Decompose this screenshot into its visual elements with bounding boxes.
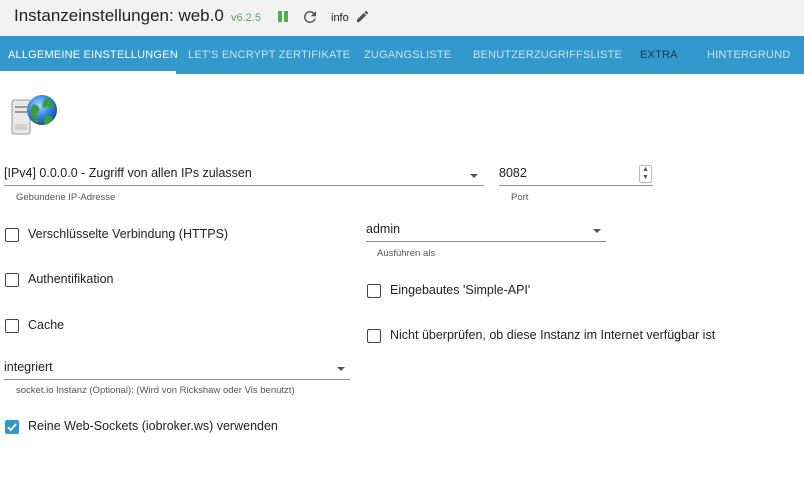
number-spinner-icon[interactable]: ▲ ▼ <box>639 165 652 183</box>
checkbox-box[interactable] <box>367 284 381 298</box>
run-as-help: Ausführen als <box>377 248 436 259</box>
title-bar: Instanzeinstellungen: web.0 v6.2.5 info <box>0 0 804 36</box>
run-as-select[interactable]: admin Ausführen als <box>366 220 606 260</box>
cache-checkbox[interactable]: Cache <box>5 318 125 336</box>
checkbox-box[interactable] <box>5 273 19 287</box>
edit-icon[interactable] <box>355 9 370 24</box>
tab-hintergrund[interactable]: HINTERGRUND <box>707 36 790 74</box>
check-icon <box>7 423 17 432</box>
tab-benutzerzugriffsliste[interactable]: BENUTZERZUGRIFFSLISTE <box>473 36 622 74</box>
auth-checkbox[interactable]: Authentifikation <box>5 272 205 290</box>
chevron-down-icon <box>593 229 601 233</box>
pause-icon[interactable] <box>276 9 290 23</box>
simple-api-label: Eingebautes 'Simple-API' <box>390 283 531 297</box>
pure-websockets-checkbox[interactable]: Reine Web-Sockets (iobroker.ws) verwende… <box>5 419 325 437</box>
tab-zugangsliste[interactable]: ZUGANGSLISTE <box>364 36 451 74</box>
run-as-value: admin <box>366 222 401 236</box>
cache-label: Cache <box>28 318 65 332</box>
socketio-select[interactable]: integriert socket.io Instanz (Optional):… <box>4 358 350 398</box>
port-help: Port <box>511 192 529 203</box>
https-label: Verschlüsselte Verbindung (HTTPS) <box>28 227 229 241</box>
https-checkbox[interactable]: Verschlüsselte Verbindung (HTTPS) <box>5 227 305 245</box>
bind-ip-help: Gebundene IP-Adresse <box>16 192 116 203</box>
web-adapter-logo-icon <box>11 95 57 135</box>
bind-ip-value: [IPv4] 0.0.0.0 - Zugriff von allen IPs z… <box>4 166 252 180</box>
no-internet-check-label: Nicht überprüfen, ob diese Instanz im In… <box>390 328 716 342</box>
chevron-down-icon <box>470 174 478 178</box>
bind-ip-select[interactable]: [IPv4] 0.0.0.0 - Zugriff von allen IPs z… <box>4 164 484 204</box>
version-label: v6.2.5 <box>231 12 261 24</box>
tab-allgemeine-einstellungen[interactable]: ALLGEMEINE EINSTELLUNGEN <box>8 36 178 74</box>
auth-label: Authentifikation <box>28 272 114 286</box>
active-tab-indicator <box>0 71 176 74</box>
tab-bar: ALLGEMEINE EINSTELLUNGEN LET'S ENCRYPT Z… <box>0 36 804 74</box>
socketio-value: integriert <box>4 360 53 374</box>
tab-lets-encrypt[interactable]: LET'S ENCRYPT ZERTIFIKATE <box>188 36 350 74</box>
checkbox-box[interactable] <box>367 329 381 343</box>
info-label: info <box>331 12 349 24</box>
pure-websockets-label: Reine Web-Sockets (iobroker.ws) verwende… <box>28 419 278 433</box>
tab-extra[interactable]: EXTRA <box>640 36 678 74</box>
socketio-help: socket.io Instanz (Optional): (Wird von … <box>16 385 295 396</box>
chevron-down-icon <box>337 367 345 371</box>
simple-api-checkbox[interactable]: Eingebautes 'Simple-API' <box>367 283 607 301</box>
checkbox-box[interactable] <box>5 228 19 242</box>
port-input[interactable]: 8082 ▲ ▼ Port <box>499 164 653 204</box>
no-internet-check-checkbox[interactable]: Nicht überprüfen, ob diese Instanz im In… <box>367 328 787 346</box>
reload-icon[interactable] <box>301 8 319 26</box>
port-value: 8082 <box>499 166 527 180</box>
checkbox-box[interactable] <box>5 319 19 333</box>
checkbox-box[interactable] <box>5 420 19 434</box>
page-title: Instanzeinstellungen: web.0 <box>14 6 224 25</box>
